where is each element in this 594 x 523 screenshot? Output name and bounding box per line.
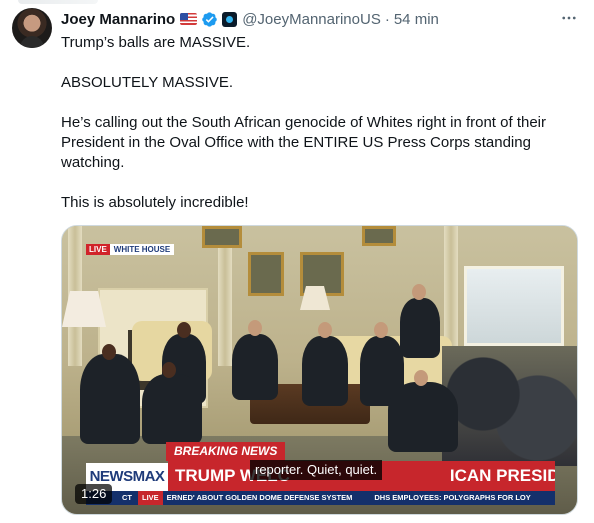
scene-person [400, 298, 440, 358]
tweet-header: Joey Mannarino @JoeyMannarinoUS · 54 min [61, 9, 439, 29]
video-player[interactable]: LIVE WHITE HOUSE BREAKING NEWS NEWSMAX T… [61, 225, 578, 515]
scene-person-head [414, 370, 428, 386]
tweet-paragraph: Trump’s balls are MASSIVE. [61, 34, 251, 51]
ticker-live-tag: LIVE [138, 491, 163, 505]
tweet-paragraph: ABSOLUTELY MASSIVE. [61, 74, 234, 91]
tweet-paragraph: He’s calling out the South African genoc… [61, 114, 546, 171]
scene-person-head [412, 284, 426, 300]
tweet-timestamp[interactable]: 54 min [394, 11, 439, 28]
video-duration: 1:26 [75, 484, 113, 504]
scene-person-head [177, 322, 191, 338]
separator-dot: · [384, 10, 390, 28]
scene-painting [248, 252, 284, 296]
avatar[interactable] [12, 8, 52, 48]
scene-person [232, 334, 278, 400]
closed-caption: reporter. Quiet, quiet. [250, 460, 383, 480]
tweet-paragraph: This is absolutely incredible! [61, 194, 249, 211]
us-flag-icon [180, 13, 198, 25]
news-headline-end: ICAN PRESIDENT TO WH [449, 466, 555, 485]
ticker-item: ERNED' ABOUT GOLDEN DOME DEFENSE SYSTEM [166, 493, 353, 502]
ellipsis-icon [562, 16, 576, 20]
scene-person [388, 382, 458, 452]
scene-press-crowd [442, 346, 577, 466]
author-display-name[interactable]: Joey Mannarino [61, 11, 175, 28]
live-label: LIVE [86, 244, 110, 255]
scene-person-head [102, 344, 116, 360]
scene-painting [202, 226, 242, 248]
ticker-item: DHS EMPLOYEES: POLYGRAPHS FOR LOY [374, 493, 531, 502]
tweet[interactable]: Joey Mannarino @JoeyMannarinoUS · 54 min… [0, 0, 594, 523]
scene-person [142, 374, 202, 444]
affiliate-icon[interactable] [222, 11, 238, 27]
scene-person-head [162, 362, 176, 378]
scene-window [464, 266, 564, 346]
location-label: WHITE HOUSE [109, 244, 175, 255]
ticker-prefix: CT [122, 493, 132, 502]
scene-person-head [374, 322, 388, 338]
breaking-news-banner: BREAKING NEWS [166, 442, 286, 461]
verified-icon[interactable] [201, 11, 218, 28]
scene-person [302, 336, 348, 406]
scene-person [80, 354, 140, 444]
scene-person-head [248, 320, 262, 336]
more-options-button[interactable] [556, 8, 582, 28]
scene-painting [362, 226, 396, 246]
author-handle[interactable]: @JoeyMannarinoUS [242, 11, 381, 28]
news-ticker: CT LIVE ERNED' ABOUT GOLDEN DOME DEFENSE S… [86, 491, 555, 505]
scene-person-head [318, 322, 332, 338]
live-location-badge: LIVE WHITE HOUSE [86, 244, 175, 255]
